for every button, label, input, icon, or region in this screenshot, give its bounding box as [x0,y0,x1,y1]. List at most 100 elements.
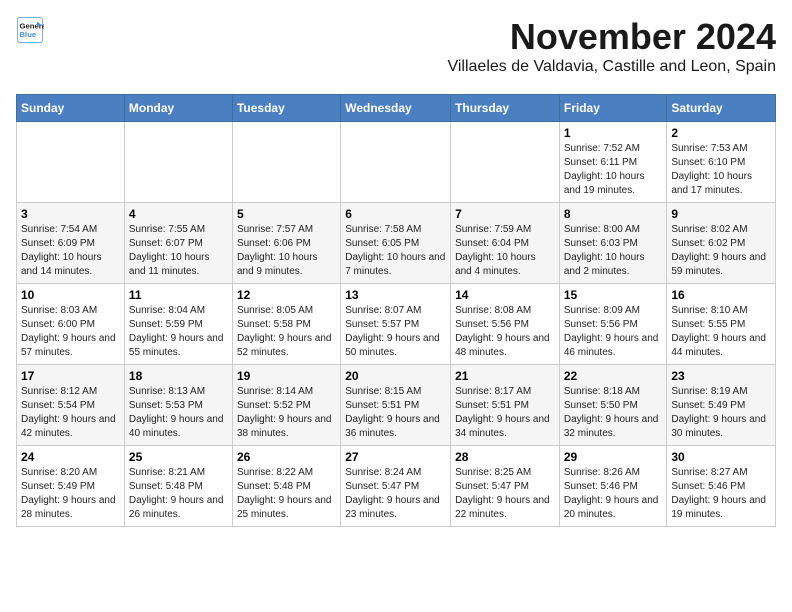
calendar-day-cell: 1 Sunrise: 7:52 AM Sunset: 6:11 PM Daylig… [559,122,667,203]
day-info: Sunrise: 8:05 AM Sunset: 5:58 PM Dayligh… [237,304,336,360]
day-info: Sunrise: 8:08 AM Sunset: 5:56 PM Dayligh… [455,304,555,360]
logo: General Blue [16,16,46,44]
svg-text:Blue: Blue [20,30,37,39]
day-number: 13 [345,288,446,302]
day-info: Sunrise: 7:58 AM Sunset: 6:05 PM Dayligh… [345,223,446,279]
day-info: Sunrise: 8:10 AM Sunset: 5:55 PM Dayligh… [671,304,771,360]
day-info: Sunrise: 8:09 AM Sunset: 5:56 PM Dayligh… [564,304,663,360]
calendar-week-row: 10 Sunrise: 8:03 AM Sunset: 6:00 PM Dayli… [17,284,776,365]
day-number: 9 [671,207,771,221]
calendar-day-cell: 25Sunrise: 8:21 AM Sunset: 5:48 PM Dayli… [124,446,232,527]
day-number: 15 [564,288,663,302]
calendar-day-cell: 9Sunrise: 8:02 AM Sunset: 6:02 PM Daylig… [667,203,776,284]
calendar-day-cell [17,122,125,203]
day-info: Sunrise: 8:03 AM Sunset: 6:00 PM Dayligh… [21,304,120,360]
day-number: 23 [671,369,771,383]
calendar-day-cell: 20 Sunrise: 8:15 AM Sunset: 5:51 PM Dayli… [341,365,451,446]
day-info: Sunrise: 8:20 AM Sunset: 5:49 PM Dayligh… [21,466,120,522]
weekday-header-cell: Monday [124,95,232,122]
day-number: 14 [455,288,555,302]
day-number: 12 [237,288,336,302]
calendar-day-cell: 27 Sunrise: 8:24 AM Sunset: 5:47 PM Dayli… [341,446,451,527]
day-info: Sunrise: 7:57 AM Sunset: 6:06 PM Dayligh… [237,223,336,279]
calendar-body: 1 Sunrise: 7:52 AM Sunset: 6:11 PM Daylig… [17,122,776,527]
day-number: 11 [129,288,228,302]
calendar-day-cell: 22Sunrise: 8:18 AM Sunset: 5:50 PM Dayli… [559,365,667,446]
day-number: 24 [21,450,120,464]
day-info: Sunrise: 7:59 AM Sunset: 6:04 PM Dayligh… [455,223,555,279]
day-number: 16 [671,288,771,302]
day-number: 10 [21,288,120,302]
day-number: 1 [564,126,663,140]
day-info: Sunrise: 8:18 AM Sunset: 5:50 PM Dayligh… [564,385,663,441]
calendar-day-cell [451,122,560,203]
calendar-day-cell: 12 Sunrise: 8:05 AM Sunset: 5:58 PM Dayli… [232,284,340,365]
day-info: Sunrise: 8:04 AM Sunset: 5:59 PM Dayligh… [129,304,228,360]
day-info: Sunrise: 8:25 AM Sunset: 5:47 PM Dayligh… [455,466,555,522]
calendar-day-cell: 30 Sunrise: 8:27 AM Sunset: 5:46 PM Dayli… [667,446,776,527]
calendar-week-row: 1 Sunrise: 7:52 AM Sunset: 6:11 PM Daylig… [17,122,776,203]
day-info: Sunrise: 7:53 AM Sunset: 6:10 PM Dayligh… [671,142,771,198]
day-info: Sunrise: 8:14 AM Sunset: 5:52 PM Dayligh… [237,385,336,441]
day-number: 7 [455,207,555,221]
calendar-day-cell: 2Sunrise: 7:53 AM Sunset: 6:10 PM Daylig… [667,122,776,203]
day-info: Sunrise: 7:54 AM Sunset: 6:09 PM Dayligh… [21,223,120,279]
day-info: Sunrise: 8:15 AM Sunset: 5:51 PM Dayligh… [345,385,446,441]
calendar-day-cell: 13 Sunrise: 8:07 AM Sunset: 5:57 PM Dayli… [341,284,451,365]
day-number: 19 [237,369,336,383]
day-info: Sunrise: 8:24 AM Sunset: 5:47 PM Dayligh… [345,466,446,522]
calendar-day-cell: 8 Sunrise: 8:00 AM Sunset: 6:03 PM Daylig… [559,203,667,284]
calendar-day-cell: 10 Sunrise: 8:03 AM Sunset: 6:00 PM Dayli… [17,284,125,365]
calendar-day-cell: 18 Sunrise: 8:13 AM Sunset: 5:53 PM Dayli… [124,365,232,446]
calendar-day-cell: 4 Sunrise: 7:55 AM Sunset: 6:07 PM Daylig… [124,203,232,284]
day-number: 29 [564,450,663,464]
calendar-week-row: 24 Sunrise: 8:20 AM Sunset: 5:49 PM Dayli… [17,446,776,527]
day-info: Sunrise: 7:55 AM Sunset: 6:07 PM Dayligh… [129,223,228,279]
day-number: 8 [564,207,663,221]
calendar-day-cell: 3Sunrise: 7:54 AM Sunset: 6:09 PM Daylig… [17,203,125,284]
day-info: Sunrise: 8:12 AM Sunset: 5:54 PM Dayligh… [21,385,120,441]
day-number: 30 [671,450,771,464]
day-info: Sunrise: 8:22 AM Sunset: 5:48 PM Dayligh… [237,466,336,522]
day-number: 27 [345,450,446,464]
day-info: Sunrise: 8:26 AM Sunset: 5:46 PM Dayligh… [564,466,663,522]
calendar-day-cell: 28 Sunrise: 8:25 AM Sunset: 5:47 PM Dayli… [451,446,560,527]
calendar-day-cell: 19 Sunrise: 8:14 AM Sunset: 5:52 PM Dayli… [232,365,340,446]
day-number: 18 [129,369,228,383]
day-number: 28 [455,450,555,464]
day-info: Sunrise: 7:52 AM Sunset: 6:11 PM Dayligh… [564,142,663,198]
weekday-header-cell: Wednesday [341,95,451,122]
calendar-day-cell: 6 Sunrise: 7:58 AM Sunset: 6:05 PM Daylig… [341,203,451,284]
calendar-day-cell: 21Sunrise: 8:17 AM Sunset: 5:51 PM Dayli… [451,365,560,446]
day-info: Sunrise: 8:27 AM Sunset: 5:46 PM Dayligh… [671,466,771,522]
day-info: Sunrise: 8:13 AM Sunset: 5:53 PM Dayligh… [129,385,228,441]
month-title: November 2024 [447,16,776,58]
weekday-header-cell: Thursday [451,95,560,122]
day-number: 20 [345,369,446,383]
calendar-day-cell: 14 Sunrise: 8:08 AM Sunset: 5:56 PM Dayli… [451,284,560,365]
calendar-day-cell: 23 Sunrise: 8:19 AM Sunset: 5:49 PM Dayli… [667,365,776,446]
calendar-day-cell: 17Sunrise: 8:12 AM Sunset: 5:54 PM Dayli… [17,365,125,446]
day-info: Sunrise: 8:19 AM Sunset: 5:49 PM Dayligh… [671,385,771,441]
calendar-day-cell [124,122,232,203]
calendar-day-cell [232,122,340,203]
day-number: 4 [129,207,228,221]
calendar-day-cell: 16 Sunrise: 8:10 AM Sunset: 5:55 PM Dayli… [667,284,776,365]
weekday-header-cell: Saturday [667,95,776,122]
calendar-week-row: 17Sunrise: 8:12 AM Sunset: 5:54 PM Dayli… [17,365,776,446]
day-info: Sunrise: 8:07 AM Sunset: 5:57 PM Dayligh… [345,304,446,360]
day-number: 5 [237,207,336,221]
day-info: Sunrise: 8:00 AM Sunset: 6:03 PM Dayligh… [564,223,663,279]
calendar-day-cell: 11 Sunrise: 8:04 AM Sunset: 5:59 PM Dayli… [124,284,232,365]
title-section: November 2024 Villaeles de Valdavia, Cas… [447,16,776,84]
weekday-header-cell: Friday [559,95,667,122]
calendar-day-cell: 15 Sunrise: 8:09 AM Sunset: 5:56 PM Dayli… [559,284,667,365]
calendar-week-row: 3Sunrise: 7:54 AM Sunset: 6:09 PM Daylig… [17,203,776,284]
location-title: Villaeles de Valdavia, Castille and Leon… [447,58,776,76]
calendar-day-cell: 26 Sunrise: 8:22 AM Sunset: 5:48 PM Dayli… [232,446,340,527]
day-number: 26 [237,450,336,464]
day-number: 6 [345,207,446,221]
weekday-header-cell: Tuesday [232,95,340,122]
weekday-header-row: SundayMondayTuesdayWednesdayThursdayFrid… [17,95,776,122]
calendar-day-cell: 5 Sunrise: 7:57 AM Sunset: 6:06 PM Daylig… [232,203,340,284]
